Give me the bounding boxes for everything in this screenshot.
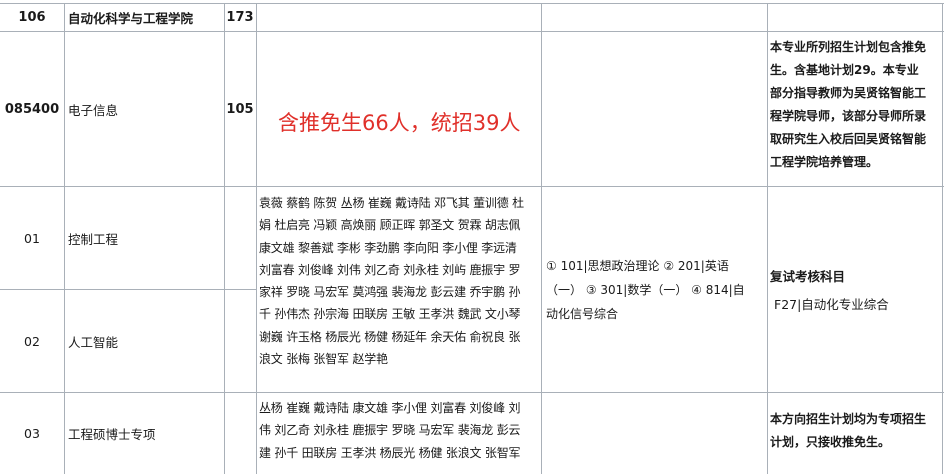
advisors-line: 丛杨 崔巍 戴诗陆 康文雄 李小俚 刘富春 刘俊峰 刘	[259, 401, 521, 415]
dir02-name: 人工智能	[68, 334, 119, 350]
exam-subjects: ① 101|思想政治理论 ② 201|英语 （一） ③ 301|数学（一） ④ …	[546, 254, 766, 326]
grid-line	[64, 3, 65, 474]
retest-subject: F27|自动化专业综合	[774, 297, 889, 312]
quota-annotation: 含推免生66人，统招39人	[278, 111, 521, 135]
advisors-line: 刘富春 刘俊峰 刘伟 刘乙奇 刘永桂 刘屿 鹿振宇 罗	[259, 262, 521, 277]
retest-title: 复试考核科目	[770, 269, 846, 284]
note-line: 生。含基地计划29。本专业	[770, 63, 919, 77]
exam-line: （一） ③ 301|数学（一） ④ 814|自	[546, 283, 745, 297]
dir01-name: 控制工程	[68, 231, 119, 247]
note-line: 计划，只接收推免生。	[770, 435, 891, 449]
note-line: 部分指导教师为吴贤铭智能工	[770, 86, 927, 100]
major-count: 105	[226, 101, 254, 117]
admissions-table: 106 自动化科学与工程学院 173 085400 电子信息 105 含推免生6…	[0, 0, 944, 474]
dir01-code: 01	[24, 230, 40, 246]
advisors-line: 千 孙伟杰 孙宗海 田联房 王敏 王孝洪 魏武 文小琴	[259, 307, 521, 322]
advisors-line: 家祥 罗晓 马宏军 莫鸿强 裴海龙 彭云建 乔宇鹏 孙	[259, 285, 521, 300]
advisors-line: 康文雄 黎善斌 李彬 李劲鹏 李向阳 李小俚 李远清	[259, 240, 517, 255]
dept-count: 173	[226, 10, 254, 25]
grid-line	[942, 3, 943, 474]
note-line: 本方向招生计划均为专项招生	[770, 412, 927, 426]
grid-line	[767, 3, 768, 474]
advisors-line: 浪文 张梅 张智军 赵学艳	[259, 352, 388, 367]
dir02-code: 02	[24, 333, 40, 349]
note-line: 工程学院培养管理。	[770, 155, 879, 169]
advisors-line: 谢巍 许玉格 杨辰光 杨健 杨延年 余天佑 俞祝良 张	[259, 329, 521, 344]
exam-line: 动化信号综合	[546, 307, 619, 321]
dir03-code: 03	[24, 426, 40, 441]
major-code: 085400	[4, 101, 60, 117]
dept-code: 106	[18, 10, 46, 25]
dept-name: 自动化科学与工程学院	[68, 11, 194, 26]
advisors-line: 袁薇 蔡鹤 陈贺 丛杨 崔巍 戴诗陆 邓飞其 董训德 杜	[259, 196, 524, 210]
dir03-name: 工程硕博士专项	[68, 427, 156, 442]
grid-line	[541, 3, 542, 474]
note-line: 取研究生入校后回吴贤铭智能	[770, 132, 927, 146]
major-name: 电子信息	[68, 102, 119, 118]
note-line: 程学院导师，该部分导师所录	[770, 109, 927, 123]
advisors-line: 伟 刘乙奇 刘永桂 鹿振宇 罗晓 马宏军 裴海龙 彭云	[259, 423, 521, 438]
note-line: 本专业所列招生计划包含推免	[770, 40, 927, 54]
advisors-list: 袁薇 蔡鹤 陈贺 丛杨 崔巍 戴诗陆 邓飞其 董训德 杜 娟 杜启亮 冯颖 高焕…	[257, 192, 541, 370]
advisors-line: 建 孙千 田联房 王孝洪 杨辰光 杨健 张浪文 张智军	[259, 445, 521, 460]
advisors-list-03: 丛杨 崔巍 戴诗陆 康文雄 李小俚 刘富春 刘俊峰 刘 伟 刘乙奇 刘永桂 鹿振…	[257, 397, 541, 464]
advisors-line: 娟 杜启亮 冯颖 高焕丽 顾正晖 郭圣文 贺霖 胡志佩	[259, 218, 521, 233]
exam-line: ① 101|思想政治理论 ② 201|英语	[546, 259, 729, 273]
